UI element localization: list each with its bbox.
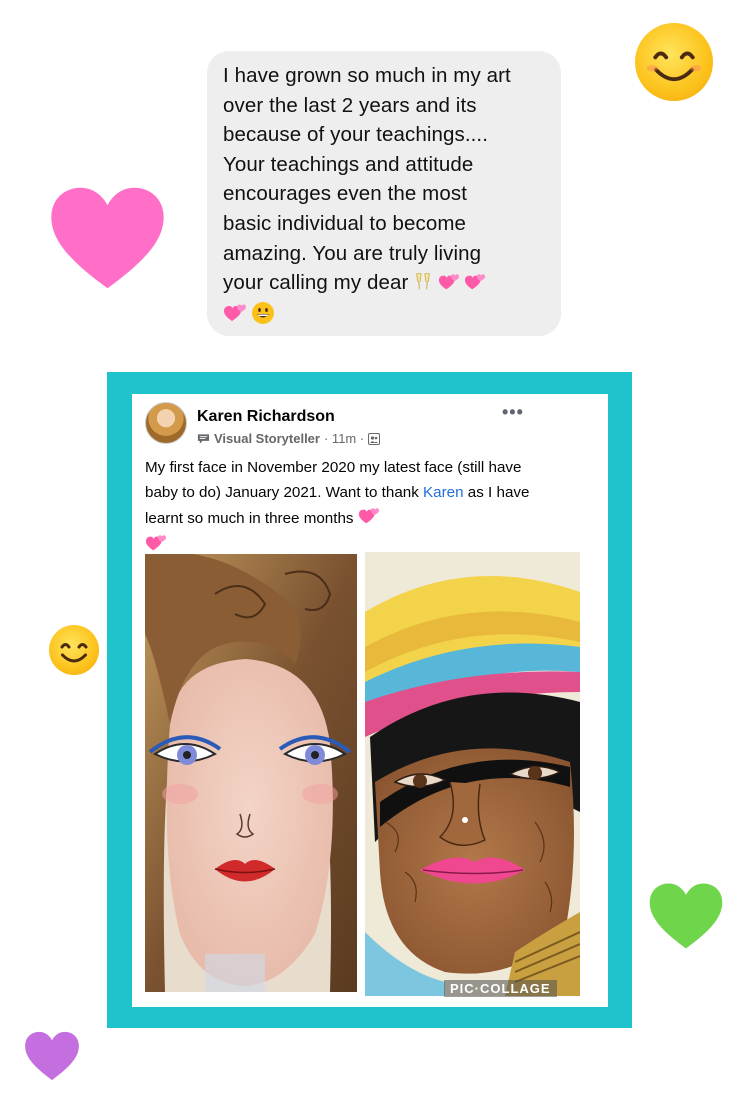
champagne-glasses-icon <box>412 271 434 293</box>
two-hearts-icon <box>438 271 460 293</box>
grinning-face-icon <box>251 301 275 325</box>
two-hearts-icon <box>464 271 486 293</box>
first-face-painting[interactable] <box>145 554 357 992</box>
avatar[interactable] <box>145 402 187 444</box>
smiling-face-emoji-left <box>49 625 99 675</box>
post-card: Karen Richardson Visual Storyteller · 11… <box>132 394 608 1007</box>
post-meta: Visual Storyteller · 11m · <box>197 431 381 446</box>
latest-face-painting[interactable] <box>365 552 580 996</box>
post-text: My first face in November 2020 my latest… <box>145 456 535 558</box>
smiling-face-emoji-top <box>635 23 713 101</box>
mention-link[interactable]: Karen <box>423 484 464 501</box>
group-privacy-icon <box>368 432 381 445</box>
speech-bubble-icon <box>197 433 210 445</box>
message-bubble: I have grown so much in my art over the … <box>207 51 561 336</box>
post-frame: Karen Richardson Visual Storyteller · 11… <box>107 372 632 1028</box>
green-heart-emoji <box>648 882 724 950</box>
two-hearts-icon <box>145 532 167 554</box>
purple-heart-emoji <box>24 1030 80 1082</box>
author-name[interactable]: Karen Richardson <box>197 408 335 426</box>
trailing-emoji-row <box>223 297 279 329</box>
more-options-button[interactable]: ••• <box>502 402 524 423</box>
post-time: · 11m · <box>323 431 365 446</box>
pic-collage-watermark: PIC·COLLAGE <box>444 980 557 997</box>
message-text: I have grown so much in my art over the … <box>223 64 511 295</box>
two-hearts-icon <box>358 505 380 527</box>
two-hearts-icon <box>223 301 247 325</box>
author-badge: Visual Storyteller <box>214 431 320 446</box>
pink-heart-emoji <box>49 185 166 291</box>
